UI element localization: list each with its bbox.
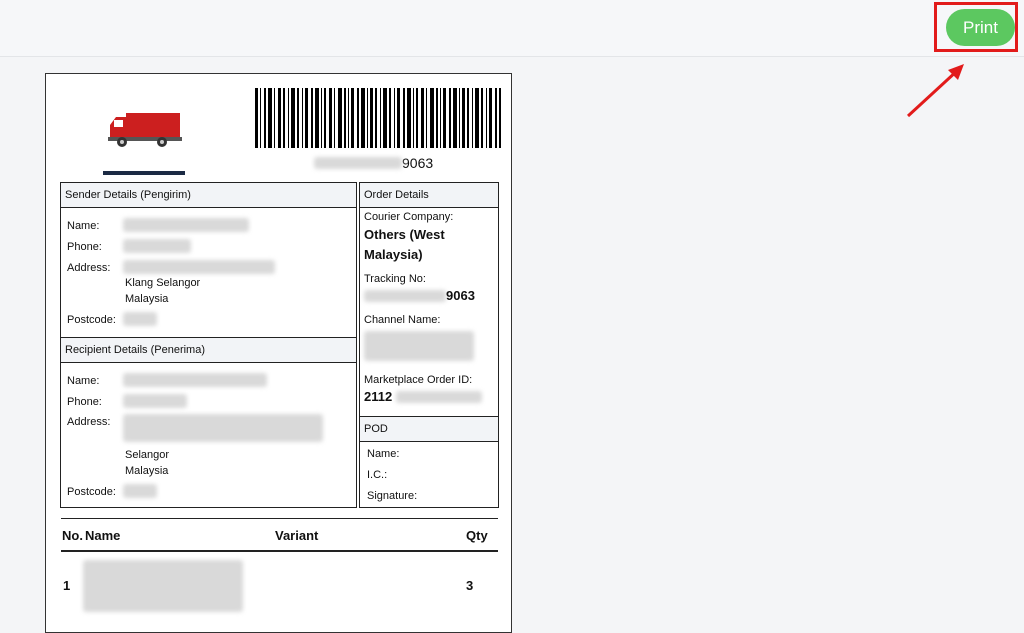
header-variant: Variant — [275, 528, 319, 543]
header-name: Name — [85, 528, 121, 543]
barcode-suffix: 9063 — [402, 155, 434, 171]
logo-underline — [103, 171, 185, 175]
recipient-name-redacted — [123, 373, 267, 387]
courier-label: Courier Company: — [364, 211, 454, 223]
sender-address-country: Malaysia — [125, 293, 169, 305]
items-table: No. Name Variant Qty 1 3 — [61, 518, 498, 622]
sender-address-label: Address: — [67, 262, 111, 274]
recipient-address-label: Address: — [67, 416, 111, 428]
items-header: No. Name Variant Qty — [61, 518, 498, 552]
recipient-phone-label: Phone: — [67, 396, 102, 408]
pod-name-label: Name: — [367, 448, 400, 460]
order-details-box: Order Details Courier Company: Others (W… — [359, 182, 499, 417]
pod-signature-label: Signature: — [367, 490, 418, 502]
marketplace-prefix: 2112 — [364, 389, 393, 404]
barcode-number: 9063 — [314, 154, 444, 172]
shipping-label: 9063 Sender Details (Pengirim) Name: Pho… — [45, 73, 512, 633]
marketplace-label: Marketplace Order ID: — [364, 374, 473, 386]
sender-phone-label: Phone: — [67, 241, 102, 253]
tracking-redacted — [364, 290, 446, 302]
row-name-redacted — [83, 560, 243, 612]
header-no: No. — [62, 528, 83, 543]
recipient-address-redacted — [123, 414, 323, 442]
pod-box: POD Name: I.C.: Signature: — [359, 416, 499, 508]
channel-redacted — [364, 331, 474, 361]
sender-postcode-redacted — [123, 312, 157, 326]
sender-heading: Sender Details (Pengirim) — [61, 183, 356, 208]
sender-details-box: Sender Details (Pengirim) Name: Phone: A… — [60, 182, 357, 338]
row-qty: 3 — [466, 578, 474, 593]
truck-logo-icon — [108, 113, 182, 147]
tracking-label: Tracking No: — [364, 273, 426, 285]
courier-value-line1: Others (West — [364, 227, 445, 242]
recipient-name-label: Name: — [67, 375, 100, 387]
barcode — [255, 88, 501, 148]
recipient-postcode-redacted — [123, 484, 157, 498]
recipient-postcode-label: Postcode: — [67, 486, 116, 498]
row-no: 1 — [63, 578, 71, 593]
marketplace-redacted — [396, 391, 482, 403]
pod-heading: POD — [360, 417, 498, 442]
sender-name-label: Name: — [67, 220, 100, 232]
redacted-digits — [314, 157, 402, 169]
recipient-phone-redacted — [123, 394, 187, 408]
table-row: 1 3 — [61, 552, 498, 622]
sender-address-redacted — [123, 260, 275, 274]
recipient-address-state: Selangor — [125, 449, 170, 461]
tracking-suffix: 9063 — [446, 288, 475, 303]
channel-label: Channel Name: — [364, 314, 441, 326]
header-qty: Qty — [466, 528, 488, 543]
recipient-address-country: Malaysia — [125, 465, 169, 477]
sender-address-city: Klang Selangor — [125, 277, 201, 289]
print-button[interactable]: Print — [946, 9, 1015, 46]
annotation-arrow-icon — [906, 64, 964, 118]
recipient-heading: Recipient Details (Penerima) — [61, 338, 356, 363]
courier-value-line2: Malaysia) — [364, 247, 423, 262]
sender-postcode-label: Postcode: — [67, 314, 116, 326]
order-heading: Order Details — [360, 183, 498, 208]
pod-ic-label: I.C.: — [367, 469, 388, 481]
sender-phone-redacted — [123, 239, 191, 253]
sender-name-redacted — [123, 218, 249, 232]
top-toolbar — [0, 0, 1024, 57]
recipient-details-box: Recipient Details (Penerima) Name: Phone… — [60, 337, 357, 508]
